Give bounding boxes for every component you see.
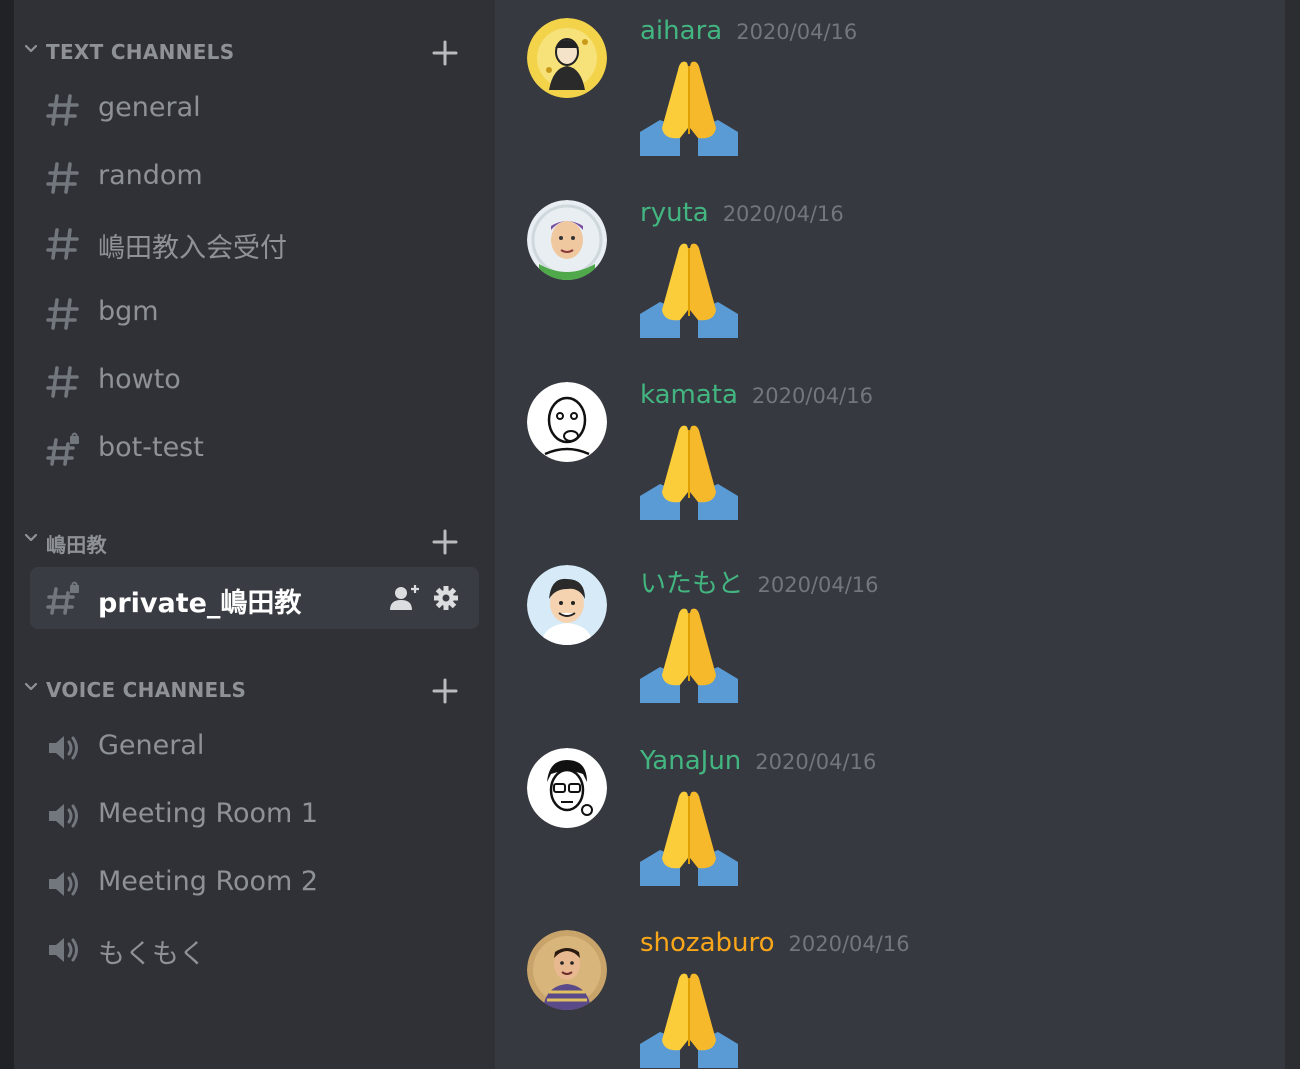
channel-label: もくもく — [98, 939, 206, 970]
channel-label: Meeting Room 1 — [98, 798, 319, 829]
invite-member-icon[interactable] — [388, 583, 420, 613]
message-item: いたもと 2020/04/16 — [495, 555, 1285, 725]
username[interactable]: aihara — [640, 16, 722, 46]
avatar[interactable] — [527, 930, 607, 1010]
chat-scrollbar[interactable] — [1285, 0, 1300, 1069]
channel-private-shimada[interactable]: private_嶋田教 — [30, 567, 479, 629]
category-label: TEXT CHANNELS — [46, 40, 235, 64]
channel-label: howto — [98, 364, 181, 395]
folded-hands-emoji — [640, 790, 738, 886]
message-item: aihara 2020/04/16 — [495, 8, 1285, 178]
message-header: shozaburo 2020/04/16 — [640, 928, 910, 958]
discord-window: TEXT CHANNELS general random 嶋田教入会受付 bgm… — [0, 0, 1300, 1069]
message-header: aihara 2020/04/16 — [640, 16, 857, 46]
channel-label: private_嶋田教 — [98, 588, 302, 619]
hash-icon — [46, 162, 79, 194]
avatar[interactable] — [527, 748, 607, 828]
channel-bgm[interactable]: bgm — [30, 282, 479, 344]
hash-icon — [46, 366, 79, 398]
voice-channel-meeting-room-2[interactable]: Meeting Room 2 — [30, 852, 479, 914]
channel-label: general — [98, 92, 201, 123]
chevron-down-icon — [24, 44, 38, 53]
avatar[interactable] — [527, 565, 607, 645]
channel-random[interactable]: random — [30, 146, 479, 208]
avatar[interactable] — [527, 18, 607, 98]
message-item: YanaJun 2020/04/16 — [495, 738, 1285, 908]
timestamp: 2020/04/16 — [736, 20, 858, 44]
chevron-down-icon — [24, 533, 38, 542]
folded-hands-emoji — [640, 424, 738, 520]
channel-label: bgm — [98, 296, 159, 327]
folded-hands-emoji — [640, 972, 738, 1068]
channel-label: random — [98, 160, 203, 191]
speaker-icon — [47, 802, 78, 830]
timestamp: 2020/04/16 — [722, 202, 844, 226]
username[interactable]: ryuta — [640, 198, 709, 228]
channel-label: Meeting Room 2 — [98, 866, 319, 897]
username[interactable]: いたもと — [640, 569, 743, 599]
channel-label: General — [98, 730, 205, 761]
channel-reception[interactable]: 嶋田教入会受付 — [30, 212, 479, 274]
message-item: kamata 2020/04/16 — [495, 372, 1285, 542]
chevron-down-icon — [24, 682, 38, 691]
locked-hash-icon — [46, 581, 81, 615]
voice-channel-general[interactable]: General — [30, 716, 479, 778]
message-list: aihara 2020/04/16 ryuta 2020/04/16 kamat… — [495, 0, 1285, 1069]
hash-icon — [46, 298, 79, 330]
category-label: 嶋田教 — [46, 533, 107, 557]
locked-hash-icon — [46, 432, 81, 466]
server-rail-edge — [0, 0, 14, 1069]
category-shimada[interactable]: 嶋田教 — [14, 523, 495, 557]
username[interactable]: kamata — [640, 380, 738, 410]
add-channel-icon[interactable] — [430, 676, 460, 706]
timestamp: 2020/04/16 — [788, 932, 910, 956]
folded-hands-emoji — [640, 607, 738, 703]
message-item: ryuta 2020/04/16 — [495, 190, 1285, 360]
speaker-icon — [47, 936, 78, 964]
category-text-channels[interactable]: TEXT CHANNELS — [14, 34, 495, 66]
username[interactable]: YanaJun — [640, 746, 741, 776]
folded-hands-emoji — [640, 242, 738, 338]
channel-label: bot-test — [98, 432, 204, 463]
avatar[interactable] — [527, 200, 607, 280]
category-voice-channels[interactable]: VOICE CHANNELS — [14, 672, 495, 704]
channel-label: 嶋田教入会受付 — [98, 233, 287, 264]
hash-icon — [46, 94, 79, 126]
category-label: VOICE CHANNELS — [46, 678, 247, 702]
add-channel-icon[interactable] — [430, 527, 460, 557]
message-header: いたもと 2020/04/16 — [640, 563, 879, 600]
hash-icon — [46, 228, 79, 260]
username[interactable]: shozaburo — [640, 928, 775, 958]
voice-channel-meeting-room-1[interactable]: Meeting Room 1 — [30, 784, 479, 846]
message-item: shozaburo 2020/04/16 — [495, 920, 1285, 1069]
message-header: YanaJun 2020/04/16 — [640, 746, 876, 776]
gear-icon[interactable] — [430, 583, 462, 613]
channel-general[interactable]: general — [30, 78, 479, 140]
avatar[interactable] — [527, 382, 607, 462]
timestamp: 2020/04/16 — [751, 384, 873, 408]
folded-hands-emoji — [640, 60, 738, 156]
speaker-icon — [47, 734, 78, 762]
message-header: ryuta 2020/04/16 — [640, 198, 844, 228]
timestamp: 2020/04/16 — [757, 573, 879, 597]
add-channel-icon[interactable] — [430, 38, 460, 68]
message-header: kamata 2020/04/16 — [640, 380, 873, 410]
channel-bot-test[interactable]: bot-test — [30, 418, 479, 480]
channel-sidebar: TEXT CHANNELS general random 嶋田教入会受付 bgm… — [14, 0, 495, 1069]
speaker-icon — [47, 870, 78, 898]
voice-channel-mokumoku[interactable]: もくもく — [30, 918, 479, 980]
channel-howto[interactable]: howto — [30, 350, 479, 412]
timestamp: 2020/04/16 — [755, 750, 877, 774]
